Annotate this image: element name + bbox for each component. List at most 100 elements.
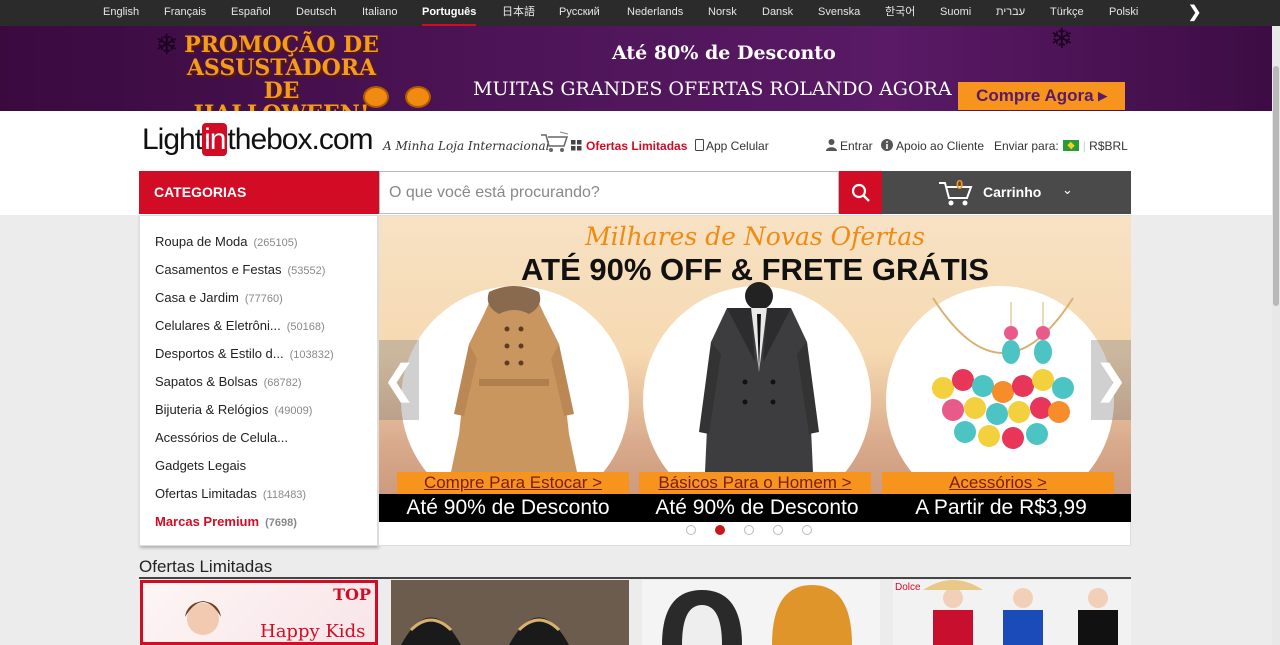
customer-support-link[interactable]: Apoio ao Cliente (881, 139, 984, 153)
category-item[interactable]: Roupa de Moda (265105) (155, 234, 298, 249)
lang-francais[interactable]: Français (164, 0, 206, 24)
carousel-dot[interactable] (686, 525, 696, 535)
promo-shop-now-button[interactable]: Compre Agora ▸ (958, 82, 1125, 110)
section-title: Ofertas Limitadas (139, 557, 273, 576)
pumpkin-icon (363, 86, 389, 108)
panel-link-accessories[interactable]: Acessórios > (882, 472, 1114, 494)
search-input[interactable] (379, 171, 839, 214)
shopping-cart-sketch-icon (540, 131, 569, 152)
pumpkin-icon (405, 86, 431, 108)
deal-tile-jackets[interactable] (642, 580, 880, 645)
lang-japanese[interactable]: 日本語 (502, 0, 535, 24)
scrollbar-thumb[interactable] (1273, 66, 1279, 306)
category-count: (49009) (274, 405, 313, 417)
necklace-image (932, 297, 1074, 449)
jewelry-photo (401, 617, 569, 645)
carousel-dot[interactable] (744, 525, 754, 535)
child-photo (185, 601, 221, 635)
deal-tile-dresses[interactable]: Dolce (893, 580, 1131, 645)
carousel-dot-active[interactable] (715, 525, 725, 535)
lang-norsk[interactable]: Norsk (708, 0, 737, 24)
currency-label: R$BRL (1089, 139, 1128, 153)
category-item[interactable]: Desportos & Estilo d... (103832) (155, 346, 334, 361)
lang-italiano[interactable]: Italiano (362, 0, 397, 24)
lang-korean[interactable]: 한국어 (885, 0, 915, 24)
main-nav-bar: CATEGORIAS 0 Carrinho ⌄ (139, 171, 1131, 214)
category-item[interactable]: Sapatos & Bolsas (68782) (155, 374, 302, 389)
category-item[interactable]: Celulares & Eletrôni... (50168) (155, 318, 325, 333)
promo-discount: Até 80% de Desconto (612, 42, 836, 64)
category-item-premium[interactable]: Marcas Premium (7698) (155, 514, 297, 529)
carousel-dot[interactable] (802, 525, 812, 535)
halloween-promo-banner[interactable]: ❄ ❄ PROMOÇÃO DE ASSUSTADORA DE HALLOWEEN… (0, 26, 1272, 111)
mobile-app-link[interactable]: App Celular (695, 139, 769, 153)
logo-text-light: Light (142, 123, 203, 156)
section-divider (139, 577, 1131, 579)
divider: | (1082, 139, 1086, 153)
panel-link-stock-up[interactable]: Compre Para Estocar > (397, 472, 629, 494)
ship-to-selector[interactable]: Enviar para: | R$BRL (994, 139, 1128, 153)
category-item[interactable]: Casamentos e Festas (53552) (155, 262, 325, 277)
lang-polski[interactable]: Polski (1109, 0, 1138, 24)
lang-dansk[interactable]: Dansk (762, 0, 793, 24)
lang-nederlands[interactable]: Nederlands (627, 0, 683, 24)
site-tagline: A Minha Loja Internacional (383, 139, 550, 153)
category-label: Roupa de Moda (155, 234, 248, 249)
lang-deutsch[interactable]: Deutsch (296, 0, 336, 24)
mobile-app-label: App Celular (706, 139, 769, 153)
lang-suomi[interactable]: Suomi (940, 0, 971, 24)
chevron-right-icon[interactable]: ❯ (1188, 5, 1204, 21)
user-icon (826, 139, 837, 151)
page-scrollbar[interactable] (1272, 26, 1280, 645)
category-label: Ofertas Limitadas (155, 486, 257, 501)
panel-link-mens-basics[interactable]: Básicos Para o Homem > (639, 472, 871, 494)
cart-button[interactable]: 0 Carrinho ⌄ (882, 171, 1131, 214)
carousel-next-arrow-icon[interactable]: ❯ (1091, 340, 1131, 420)
jackets-photo (662, 585, 852, 645)
lang-turkce[interactable]: Türkçe (1050, 0, 1084, 24)
lang-portugues[interactable]: Português (422, 0, 477, 26)
category-item[interactable]: Bijuteria & Relógios (49009) (155, 402, 312, 417)
lang-english[interactable]: English (103, 0, 139, 24)
category-label: Casa e Jardim (155, 290, 239, 305)
info-icon (881, 139, 893, 151)
login-link[interactable]: Entrar (826, 139, 873, 153)
lang-russian[interactable]: Русский (559, 0, 600, 24)
lang-hebrew[interactable]: עברית (996, 0, 1025, 24)
category-count: (50168) (286, 321, 325, 333)
category-label: Marcas Premium (155, 514, 260, 529)
dresses-photo (923, 580, 1118, 645)
mobile-phone-icon (695, 139, 704, 151)
logo-text-thebox: thebox.com (227, 123, 373, 156)
customer-support-label: Apoio ao Cliente (896, 139, 985, 153)
deal-tile-jewelry[interactable] (391, 580, 629, 645)
bat-icon: ❄ (155, 29, 179, 60)
categories-button[interactable]: CATEGORIAS (139, 171, 379, 214)
category-item[interactable]: Ofertas Limitadas (118483) (155, 486, 306, 501)
panel-caption: Até 90% de Desconto (406, 496, 610, 519)
panel-caption: Até 90% de Desconto (655, 496, 859, 519)
carousel-dots (379, 525, 1131, 537)
ship-to-label: Enviar para: (994, 139, 1059, 153)
category-item[interactable]: Casa e Jardim (77760) (155, 290, 283, 305)
search-button[interactable] (839, 171, 882, 214)
tile-top-badge: TOP (333, 585, 371, 604)
carousel-prev-arrow-icon[interactable]: ❮ (379, 340, 419, 420)
category-count: (53552) (287, 265, 326, 277)
category-label: Celulares & Eletrôni... (155, 318, 281, 333)
chevron-down-icon[interactable]: ⌄ (1062, 182, 1073, 198)
limited-offers-link[interactable]: Ofertas Limitadas (571, 139, 687, 153)
category-item[interactable]: Acessórios de Celula... (155, 430, 288, 445)
category-count: (118483) (262, 489, 307, 501)
lang-svenska[interactable]: Svenska (818, 0, 860, 24)
lang-espanol[interactable]: Español (231, 0, 271, 24)
category-label: Gadgets Legais (155, 458, 247, 473)
language-bar: English Français Español Deutsch Italian… (0, 0, 1280, 26)
site-logo[interactable]: Lightinthebox.com (142, 123, 374, 157)
category-item[interactable]: Gadgets Legais (155, 458, 246, 473)
carousel-slide[interactable]: Milhares de Novas Ofertas ATÉ 90% OFF & … (379, 216, 1131, 522)
carousel-dot[interactable] (773, 525, 783, 535)
hero-carousel: Milhares de Novas Ofertas ATÉ 90% OFF & … (378, 215, 1131, 546)
limited-offers-label: Ofertas Limitadas (586, 139, 688, 153)
deal-tile-kids[interactable]: TOP Happy Kids (140, 580, 378, 645)
